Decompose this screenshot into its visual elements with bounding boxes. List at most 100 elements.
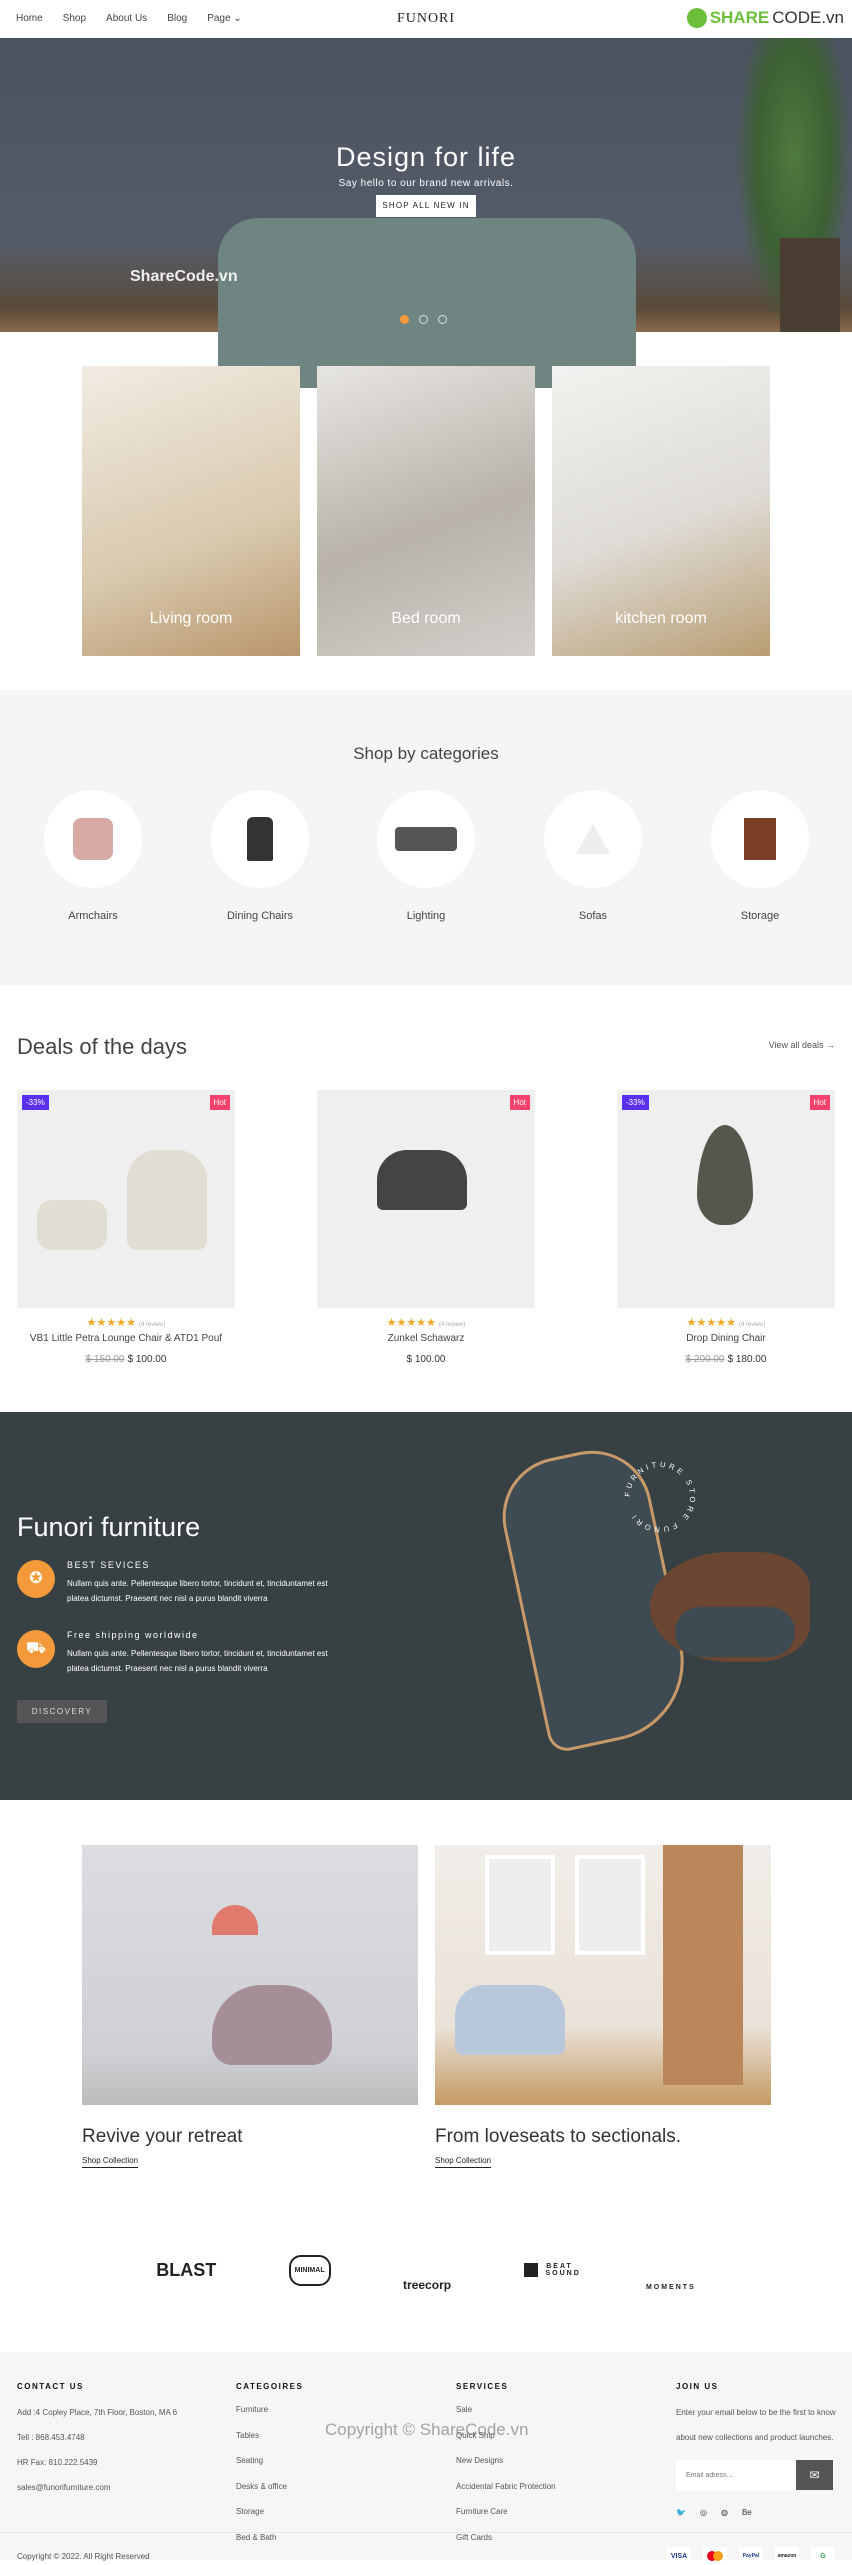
room-card-kitchen[interactable]: kitchen room	[552, 366, 770, 656]
footer-contact: CONTACT US Add :4 Copley Place, 7th Floo…	[17, 2382, 217, 2505]
footer-divider	[0, 2532, 852, 2533]
old-price: $ 200.00	[685, 1354, 725, 1365]
sharecode-logo: SHARE CODE.vn	[686, 8, 844, 28]
category-dining-chairs[interactable]: Dining Chairs	[211, 790, 309, 922]
product-price: $ 200.00 $ 180.00	[617, 1354, 835, 1365]
product-image[interactable]: Hot	[317, 1090, 535, 1308]
amazon-icon: amazon	[775, 2547, 799, 2565]
collection-title: Revive your retreat	[82, 2126, 243, 2147]
footer-heading: CATEGOIRES	[236, 2382, 304, 2391]
footer-heading: CONTACT US	[17, 2382, 84, 2391]
brand-logos: BLAST MINIMAL treecorp BEAT SOUND MOMENT…	[0, 2235, 852, 2305]
discount-badge: -33%	[622, 1095, 649, 1110]
rating-stars: ★★★★★ (4 review)	[686, 1317, 766, 1329]
footer-heading: JOIN US	[676, 2382, 719, 2391]
pot-image	[780, 238, 840, 332]
product-name[interactable]: VB1 Little Petra Lounge Chair & ATD1 Pou…	[17, 1333, 235, 1344]
footer-link[interactable]: Sale	[456, 2405, 656, 2431]
subscribe-button[interactable]: ✉	[796, 2460, 833, 2490]
product-card[interactable]: Hot ★★★★★ (4 review) Zunkel Schawarz $ 1…	[317, 1090, 535, 1365]
product-price: $ 100.00	[317, 1354, 535, 1365]
category-lighting[interactable]: Lighting	[377, 790, 475, 922]
dribbble-icon[interactable]: ◍	[721, 2508, 728, 2517]
footer-link[interactable]: Bed & Bath	[236, 2533, 436, 2559]
product-name[interactable]: Zunkel Schawarz	[317, 1333, 535, 1344]
room-label: Bed room	[391, 610, 461, 627]
envelope-icon: ✉	[809, 2468, 820, 2482]
price: $ 100.00	[127, 1354, 167, 1365]
category-storage[interactable]: Storage	[711, 790, 809, 922]
product-image[interactable]: -33% Hot	[617, 1090, 835, 1308]
category-sofas[interactable]: Sofas	[544, 790, 642, 922]
shop-collection-link[interactable]: Shop Collection	[435, 2156, 492, 2168]
footer-heading: SERVICES	[456, 2382, 509, 2391]
mastercard-icon	[703, 2547, 727, 2565]
footer-link[interactable]: Furniture	[236, 2405, 436, 2431]
feature-title: Free shipping worldwide	[67, 1630, 199, 1640]
footer-link[interactable]: New Designs	[456, 2456, 656, 2482]
slide-dot[interactable]	[438, 315, 447, 324]
review-count: (4 review)	[139, 1322, 166, 1328]
slide-dot[interactable]	[400, 315, 409, 324]
social-links: 🐦 ◎ ◍ Be	[676, 2508, 836, 2517]
contact-address: Add :4 Copley Place, 7th Floor, Boston, …	[17, 2408, 178, 2417]
footer-link[interactable]: Seating	[236, 2456, 436, 2482]
footer-link[interactable]: Gift Cards	[456, 2533, 656, 2559]
category-label: Storage	[740, 910, 780, 922]
collection-image-retreat[interactable]	[82, 1845, 418, 2105]
brand-logo: MOMENTS	[645, 2283, 696, 2291]
product-name[interactable]: Drop Dining Chair	[617, 1333, 835, 1344]
review-count: (4 review)	[739, 1322, 766, 1328]
category-label: Dining Chairs	[226, 910, 294, 922]
hero-title: Design for life	[335, 142, 517, 172]
top-nav: Home Shop About Us Blog Page ⌄ FUNORI SH…	[0, 0, 852, 38]
footer-link[interactable]: Quick Ship	[456, 2431, 656, 2457]
footer-join: JOIN US Enter your email below to be the…	[676, 2382, 836, 2517]
contact-email[interactable]: sales@funorifurniture.com	[17, 2480, 217, 2496]
email-input[interactable]	[676, 2460, 796, 2490]
room-card-bed[interactable]: Bed room	[317, 366, 535, 656]
svg-text:FURNITURE STORE FUNORI: FURNITURE STORE FUNORI	[623, 1460, 697, 1534]
brand-logo: BEAT SOUND	[523, 2263, 579, 2277]
feature-item: ✪ BEST SEVICES Nullam quis ante. Pellent…	[17, 1560, 347, 1606]
twitter-icon[interactable]: 🐦	[676, 2508, 686, 2517]
truck-icon: ⛟	[17, 1630, 55, 1668]
footer-link[interactable]: Tables	[236, 2431, 436, 2457]
product-card[interactable]: -33% Hot ★★★★★ (4 review) Drop Dining Cha…	[617, 1090, 835, 1365]
collection-image-loveseats[interactable]	[435, 1845, 771, 2105]
room-label: Living room	[149, 610, 233, 627]
footer-link[interactable]: Furniture Care	[456, 2507, 656, 2533]
product-card[interactable]: -33% Hot ★★★★★ (4 review) VB1 Little Petr…	[17, 1090, 235, 1365]
promo-section: FURNITURE STORE FUNORI Funori furniture …	[0, 1412, 852, 1800]
behance-icon[interactable]: Be	[742, 2508, 752, 2517]
watermark: ShareCode.vn	[130, 268, 238, 285]
visa-icon: VISA	[667, 2547, 691, 2565]
armchair-icon	[73, 818, 113, 860]
category-label: Armchairs	[68, 910, 118, 922]
product-image[interactable]: -33% Hot	[17, 1090, 235, 1308]
price: $ 180.00	[727, 1354, 767, 1365]
product-price: $ 150.00 $ 100.00	[17, 1354, 235, 1365]
section-title: Shop by categories	[353, 744, 499, 763]
collection-title: From loveseats to sectionals.	[435, 2126, 682, 2147]
chair-image: FURNITURE STORE FUNORI	[491, 1439, 820, 1792]
shop-all-button[interactable]: SHOP ALL NEW IN	[376, 195, 476, 217]
hot-badge: Hot	[809, 1095, 830, 1110]
room-card-living[interactable]: Living room	[82, 366, 300, 656]
price: $ 100.00	[406, 1354, 446, 1365]
review-count: (4 review)	[439, 1322, 466, 1328]
shop-collection-link[interactable]: Shop Collection	[82, 2156, 139, 2168]
footer-link[interactable]: Accidental Fabric Protection	[456, 2482, 656, 2508]
footer-link[interactable]: Storage	[236, 2507, 436, 2533]
view-all-deals-link[interactable]: View all deals →	[769, 1040, 835, 1050]
category-armchairs[interactable]: Armchairs	[44, 790, 142, 922]
store-badge-text: FURNITURE STORE FUNORI	[623, 1460, 694, 1534]
hero-subtitle: Say hello to our brand new arrivals.	[338, 178, 514, 189]
footer-link[interactable]: Desks & office	[236, 2482, 436, 2508]
instagram-icon[interactable]: ◎	[700, 2508, 707, 2517]
slide-dot[interactable]	[419, 315, 428, 324]
hero-banner: ShareCode.vn Design for life Say hello t…	[0, 38, 852, 388]
categories-section: Shop by categories Armchairs Dining Chai…	[0, 690, 852, 985]
discovery-button[interactable]: DISCOVERY	[17, 1700, 107, 1723]
slider-dots	[400, 315, 447, 324]
